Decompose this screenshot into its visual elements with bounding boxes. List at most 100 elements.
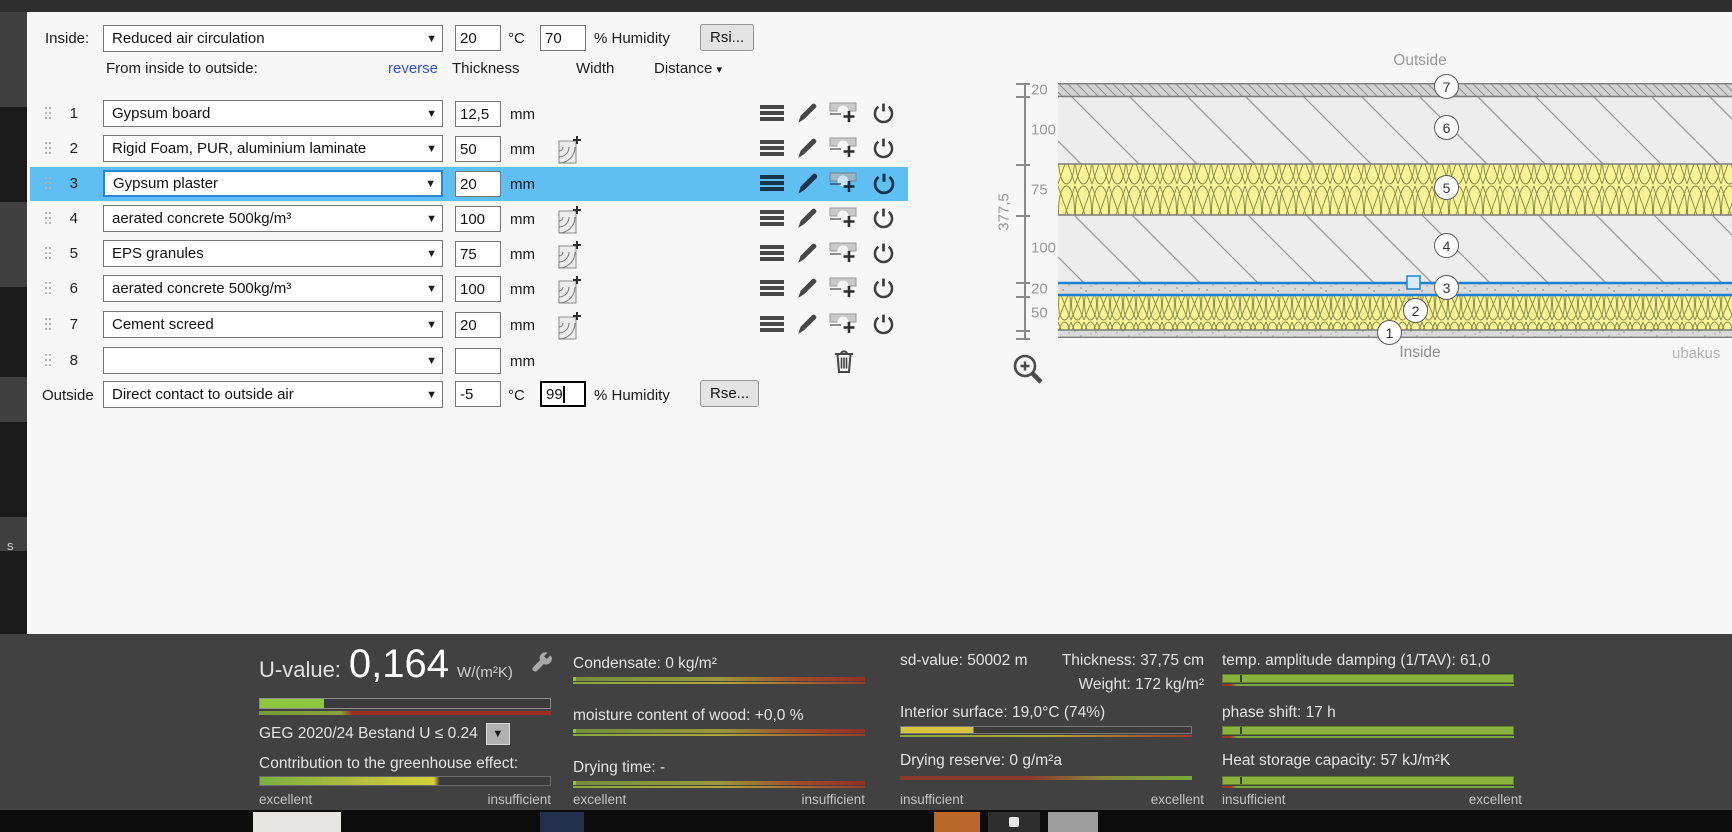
edit-pencil-icon[interactable] [796,172,820,196]
layer-number: 4 [58,210,78,227]
insert-layer-icon[interactable] [829,136,859,160]
rsi-button[interactable]: Rsi... [700,24,754,51]
layer-marker-3[interactable]: 3 [1434,275,1459,300]
chevron-down-icon: ▼ [426,389,437,401]
add-beams-icon[interactable] [558,135,582,165]
material-select[interactable]: ▼ [103,347,443,374]
row-menu-icon[interactable] [760,140,784,144]
thickness-input[interactable] [455,312,501,338]
add-beams-icon[interactable] [558,240,582,270]
phase-shift-value: phase shift: 17 h [1222,704,1336,722]
layer-marker-6[interactable]: 6 [1434,115,1459,140]
power-toggle-icon[interactable] [871,101,896,126]
layer-marker-7[interactable]: 7 [1434,74,1459,99]
drag-handle-icon[interactable] [45,318,47,320]
insert-layer-icon[interactable] [829,276,859,300]
layer-marker-2[interactable]: 2 [1403,298,1428,323]
material-select[interactable]: Gypsum board▼ [103,100,443,127]
row-menu-icon[interactable] [760,280,784,284]
material-select[interactable]: Rigid Foam, PUR, aluminium laminate▼ [103,135,443,162]
thickness-input[interactable] [455,101,501,127]
thumbnail[interactable] [253,812,341,832]
power-toggle-icon[interactable] [871,171,897,197]
insert-layer-icon[interactable] [829,171,859,195]
moisture-bar [573,729,865,736]
insert-layer-icon[interactable] [829,241,859,265]
thumbnail[interactable] [988,812,1040,832]
material-select[interactable]: EPS granules▼ [103,240,443,267]
selected-layer-resize-handle[interactable] [1407,276,1420,289]
edit-pencil-icon[interactable] [796,242,819,265]
inside-surface-select[interactable]: Reduced air circulation ▼ [103,25,443,52]
power-toggle-icon[interactable] [871,241,896,266]
scale-insufficient: insufficient [487,792,551,807]
outside-temperature-input[interactable] [455,381,501,407]
unit-label: mm [510,281,535,298]
direction-label: From inside to outside: [106,60,258,77]
drag-handle-icon[interactable] [45,107,47,109]
add-beams-icon[interactable] [558,205,582,235]
outside-surface-select[interactable]: Direct contact to outside air ▼ [103,381,443,408]
thickness-input[interactable] [455,206,501,232]
power-toggle-icon[interactable] [871,276,896,301]
reverse-link[interactable]: reverse [388,60,438,77]
material-select[interactable]: aerated concrete 500kg/m³▼ [103,275,443,302]
thickness-input[interactable] [455,171,501,197]
sidebar-block [0,287,27,377]
layer-marker-5[interactable]: 5 [1434,175,1459,200]
edit-pencil-icon[interactable] [796,102,819,125]
thickness-input[interactable] [455,348,501,374]
row-menu-icon[interactable] [760,105,784,109]
insert-layer-icon[interactable] [829,312,859,336]
thumbnail[interactable] [540,812,584,832]
zoom-in-icon[interactable] [1010,351,1050,391]
thumbnail-glyph [1009,817,1019,827]
drag-handle-icon[interactable] [45,177,47,179]
drag-handle-icon[interactable] [45,212,47,214]
drag-handle-icon[interactable] [45,282,47,284]
unit-label: mm [510,176,535,193]
inside-temperature-input[interactable] [455,25,501,51]
drag-handle-icon[interactable] [45,247,47,249]
drag-handle-icon[interactable] [45,142,47,144]
row-menu-icon[interactable] [760,316,784,320]
edit-pencil-icon[interactable] [796,313,819,336]
insert-layer-icon[interactable] [829,101,859,125]
inside-label: Inside: [45,30,89,47]
edit-pencil-icon[interactable] [796,207,819,230]
geg-dropdown-button[interactable]: ▼ [486,723,510,745]
edit-pencil-icon[interactable] [796,137,819,160]
row-menu-icon[interactable] [760,245,784,249]
trash-icon[interactable] [832,348,856,374]
layer-number: 3 [58,175,78,192]
material-select[interactable]: aerated concrete 500kg/m³▼ [103,205,443,232]
u-value-unit: W/(m²K) [457,664,513,681]
thumbnail[interactable] [1048,812,1098,832]
chevron-down-icon: ▼ [426,319,437,331]
inside-humidity-input[interactable] [540,25,586,51]
thickness-input[interactable] [455,241,501,267]
wrench-icon[interactable] [529,651,555,677]
layer-marker-4[interactable]: 4 [1434,233,1459,258]
row-menu-icon[interactable] [760,210,784,214]
drag-handle-icon[interactable] [45,354,47,356]
row-menu-icon[interactable] [760,175,784,179]
wall-cross-section[interactable] [1058,83,1732,338]
thumbnail[interactable] [934,812,980,832]
scale-insufficient: insufficient [900,792,964,807]
chevron-down-icon: ▼ [426,108,437,120]
column-header-distance[interactable]: Distance ▾ [654,60,722,77]
add-beams-icon[interactable] [558,311,582,341]
power-toggle-icon[interactable] [871,136,896,161]
power-toggle-icon[interactable] [871,206,896,231]
edit-pencil-icon[interactable] [796,277,819,300]
thickness-input[interactable] [455,276,501,302]
material-select[interactable]: Cement screed▼ [103,311,443,338]
material-select[interactable]: Gypsum plaster▼ [103,170,443,197]
thickness-input[interactable] [455,136,501,162]
rse-button[interactable]: Rse... [700,380,759,407]
power-toggle-icon[interactable] [871,312,896,337]
add-beams-icon[interactable] [558,275,582,305]
insert-layer-icon[interactable] [829,206,859,230]
layer-marker-1[interactable]: 1 [1377,320,1402,345]
